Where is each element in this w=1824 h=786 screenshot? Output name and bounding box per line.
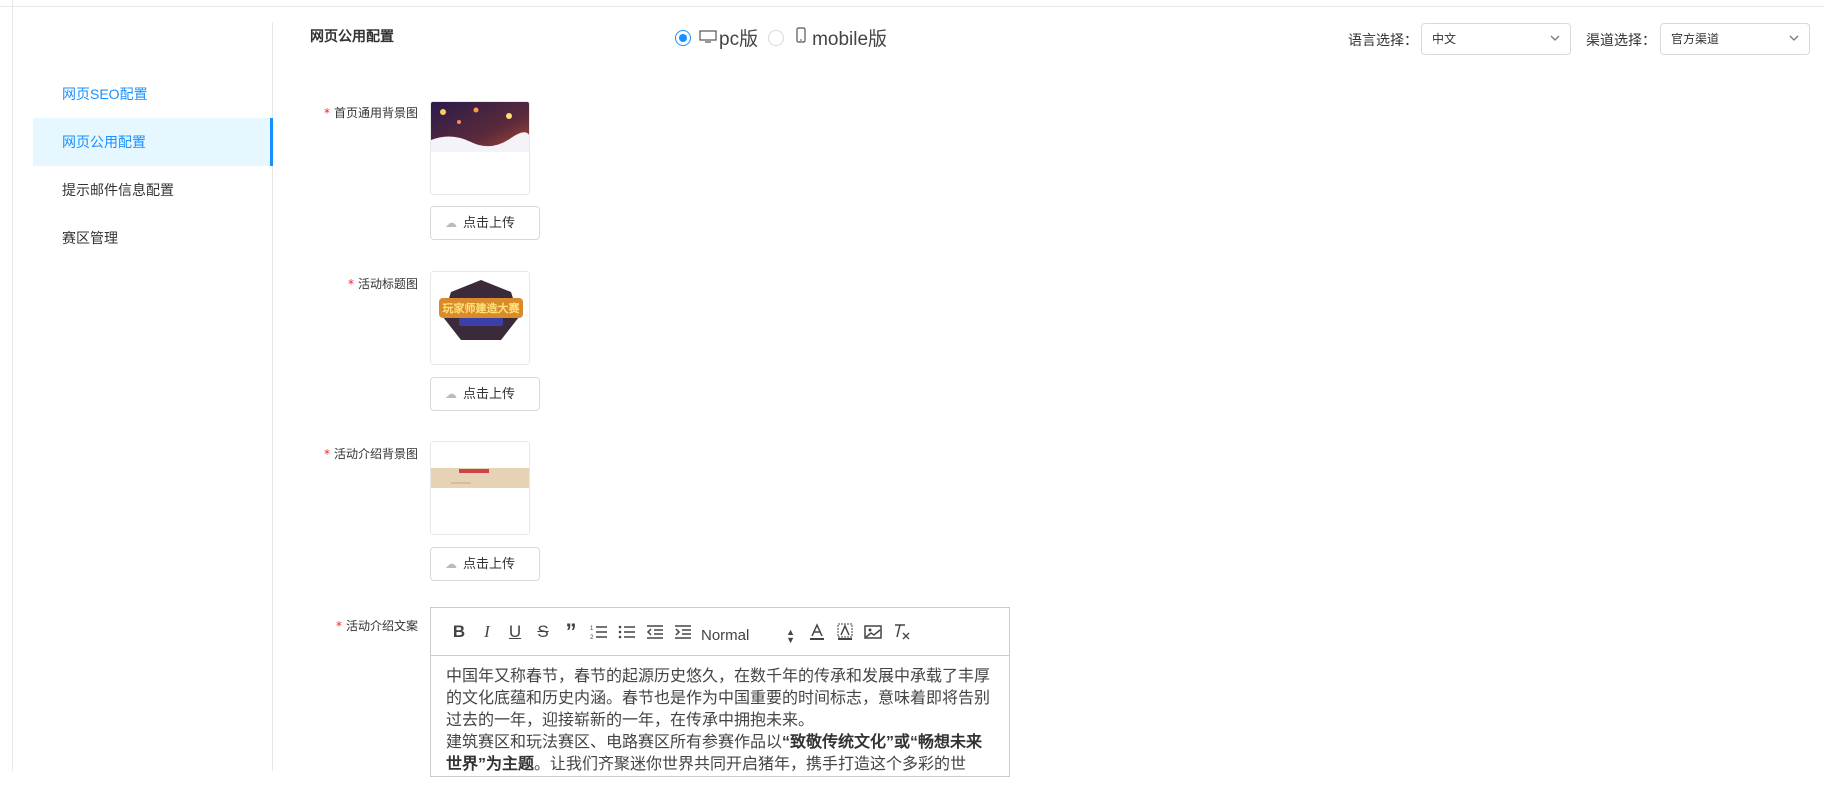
- channel-value: 官方渠道: [1671, 32, 1720, 46]
- indent-icon[interactable]: [669, 620, 697, 644]
- left-divider: [12, 0, 13, 771]
- italic-icon[interactable]: I: [473, 620, 501, 644]
- sidebar-item-public-config[interactable]: 网页公用配置: [33, 118, 273, 166]
- mobile-label[interactable]: mobile版: [812, 24, 887, 51]
- strikethrough-icon[interactable]: S: [529, 620, 557, 644]
- chevron-down-icon: [1789, 24, 1799, 65]
- language-select[interactable]: 中文: [1421, 23, 1571, 55]
- rich-text-editor: B I U S ” 12 Normal ▲ ▼ 中国年又称春节，春节的起源历史悠…: [430, 607, 1010, 777]
- intro-bg-image: [431, 468, 529, 488]
- title-image-text: 玩家师建造大赛: [443, 301, 521, 315]
- upload-title-image-button[interactable]: ☁ 点击上传: [430, 377, 540, 411]
- intro-bg-thumbnail[interactable]: [430, 441, 530, 535]
- intro-bg-label: * 活动介绍背景图: [323, 447, 418, 461]
- language-value: 中文: [1432, 32, 1457, 46]
- homepage-bg-thumbnail[interactable]: [430, 101, 530, 195]
- editor-paragraph: 中国年又称春节，春节的起源历史悠久，在数千年的传承和发展中承载了丰厚的文化底蕴和…: [446, 668, 991, 729]
- svg-text:1: 1: [590, 626, 594, 632]
- sidebar: 网页SEO配置 网页公用配置 提示邮件信息配置 赛区管理: [33, 22, 273, 771]
- cloud-upload-icon: ☁: [445, 557, 457, 571]
- text-color-icon[interactable]: [803, 620, 831, 644]
- intro-text-label: * 活动介绍文案: [335, 619, 418, 633]
- platform-radio-group: pc版 mobile版: [675, 24, 887, 51]
- sidebar-item-division[interactable]: 赛区管理: [33, 214, 273, 262]
- background-color-icon[interactable]: [831, 620, 859, 644]
- sidebar-item-email-config[interactable]: 提示邮件信息配置: [33, 166, 273, 214]
- format-select[interactable]: Normal ▲ ▼: [697, 627, 803, 645]
- sidebar-item-seo[interactable]: 网页SEO配置: [33, 70, 273, 118]
- homepage-bg-label: * 首页通用背景图: [323, 106, 418, 120]
- phone-icon: [796, 26, 806, 49]
- format-value: Normal: [701, 627, 750, 644]
- editor-paragraph: 建筑赛区和玩法赛区、电路赛区所有参赛作品以“致敬传统文化”或“畅想未来世界”为主…: [446, 734, 983, 773]
- pc-label[interactable]: pc版: [719, 24, 758, 51]
- outdent-icon[interactable]: [641, 620, 669, 644]
- clear-format-icon[interactable]: [887, 620, 915, 644]
- cloud-upload-icon: ☁: [445, 387, 457, 401]
- title-image-thumbnail[interactable]: 玩家师建造大赛: [430, 271, 530, 365]
- language-label: 语言选择：: [1348, 32, 1418, 48]
- ordered-list-icon[interactable]: 12: [585, 620, 613, 644]
- image-icon[interactable]: [859, 620, 887, 644]
- channel-select[interactable]: 官方渠道: [1660, 23, 1810, 55]
- title-image: 玩家师建造大赛: [439, 280, 523, 340]
- upload-homepage-bg-button[interactable]: ☁ 点击上传: [430, 206, 540, 240]
- editor-content[interactable]: 中国年又称春节，春节的起源历史悠久，在数千年的传承和发展中承载了丰厚的文化底蕴和…: [431, 656, 1009, 786]
- channel-label: 渠道选择：: [1586, 32, 1656, 48]
- page-title: 网页公用配置: [310, 28, 394, 44]
- chevron-down-icon: [1550, 24, 1560, 65]
- blockquote-icon[interactable]: ”: [557, 619, 585, 644]
- pc-radio[interactable]: [675, 29, 691, 46]
- bullet-list-icon[interactable]: [613, 620, 641, 644]
- homepage-bg-image: [431, 102, 529, 152]
- underline-icon[interactable]: U: [501, 620, 529, 644]
- mobile-radio[interactable]: [768, 29, 785, 46]
- bold-icon[interactable]: B: [445, 620, 473, 644]
- editor-toolbar: B I U S ” 12 Normal ▲ ▼: [431, 608, 1009, 656]
- top-divider: [0, 6, 1824, 7]
- svg-text:2: 2: [590, 635, 594, 640]
- title-image-label: * 活动标题图: [347, 277, 418, 291]
- monitor-icon: [699, 27, 717, 49]
- upload-intro-bg-button[interactable]: ☁ 点击上传: [430, 547, 540, 581]
- up-down-icon: ▲ ▼: [786, 627, 795, 645]
- cloud-upload-icon: ☁: [445, 216, 457, 230]
